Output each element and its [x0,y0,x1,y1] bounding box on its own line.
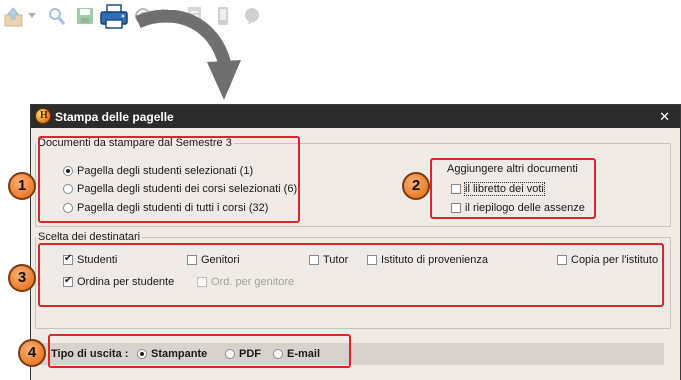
dialog-title: Stampa delle pagelle [55,110,174,124]
highlight-box-1 [38,136,300,223]
search-icon[interactable] [48,6,66,28]
badge-1: 1 [8,172,36,200]
highlight-box-3 [38,243,664,307]
dropdown-arrow-icon[interactable] [28,13,36,35]
highlight-box-2 [430,158,596,219]
highlight-box-4 [48,334,351,368]
app-logo-icon: H [35,108,51,124]
badge-4: 4 [18,339,46,367]
recipients-legend: Scelta dei destinatari [38,231,141,243]
badge-2: 2 [402,172,430,200]
badge-3: 3 [8,264,36,292]
close-icon[interactable]: ✕ [659,109,670,125]
titlebar: H Stampa delle pagelle ✕ [31,105,680,128]
curved-arrow-icon [135,10,241,100]
save-icon[interactable] [76,6,94,28]
upload-icon[interactable] [4,6,28,28]
